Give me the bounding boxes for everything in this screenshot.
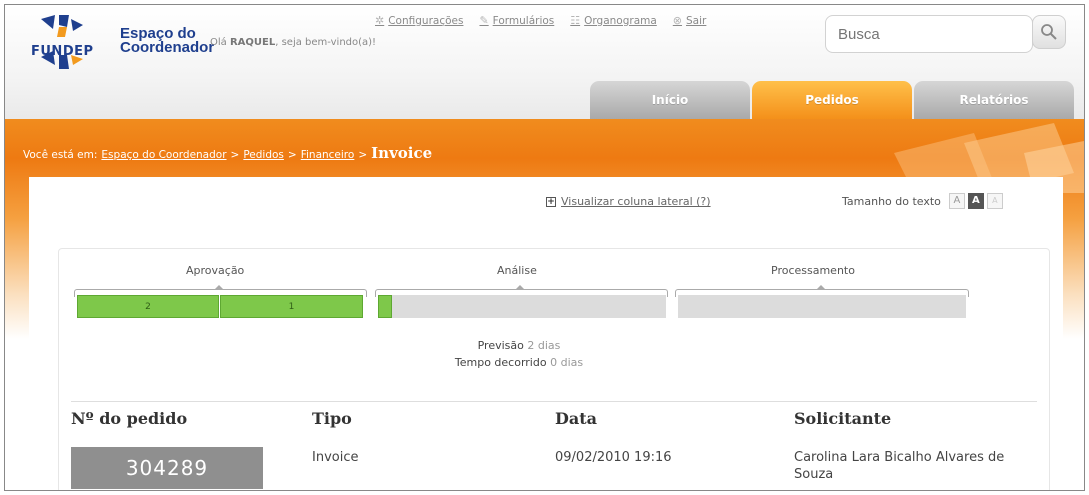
order-number: 304289 [71, 447, 263, 489]
breadcrumb-separator: > [358, 149, 368, 161]
site-title-line2: Coordenador [120, 39, 215, 56]
config-link-label: Configurações [388, 14, 464, 27]
analysis-progress-fill [378, 295, 393, 318]
plus-icon: + [546, 196, 556, 207]
org-icon: ☷ [570, 14, 581, 27]
header-requester: Solicitante [794, 409, 892, 428]
page-frame: FUNDEP Espaço do Coordenador Olá RAQUEL,… [4, 4, 1085, 491]
greeting-prefix: Olá [210, 37, 227, 48]
page-title: Invoice [371, 144, 433, 162]
stage-label-processamento: Processamento [771, 264, 855, 277]
tab-pedidos[interactable]: Pedidos [752, 81, 912, 119]
config-link[interactable]: ✲ Configurações [375, 14, 463, 27]
sidebar-toggle[interactable]: + Visualizar coluna lateral (?) [546, 195, 711, 208]
text-size-large-button[interactable]: A [967, 193, 984, 209]
search-icon [1041, 24, 1057, 40]
stage-label-analise: Análise [497, 264, 537, 277]
stage-label-aprovacao: Aprovação [186, 264, 245, 277]
processing-progress-track [678, 295, 966, 318]
text-size-small-button[interactable]: A [986, 193, 1003, 209]
header-date: Data [555, 409, 597, 428]
breadcrumb-financeiro[interactable]: Financeiro [301, 149, 355, 161]
logout-link[interactable]: ⊗ Sair [673, 14, 707, 27]
user-name: RAQUEL [229, 37, 276, 48]
tab-relatorios[interactable]: Relatórios [914, 81, 1074, 119]
time-estimates: Previsão 2 dias Tempo decorrido 0 dias [419, 337, 619, 371]
breadcrumb-prefix: Você está em: [23, 149, 98, 161]
header-type: Tipo [312, 409, 352, 428]
order-type: Invoice [312, 450, 359, 465]
main-content: + Visualizar coluna lateral (?) Tamanho … [29, 177, 1063, 490]
order-date: 09/02/2010 19:16 [555, 450, 672, 465]
text-size-normal-button[interactable]: A [948, 193, 965, 209]
top-links: ✲ Configurações ✎ Formulários ☷ Organograma… [375, 14, 706, 27]
text-size-control: Tamanho do texto A A A [842, 193, 1003, 209]
greeting: Olá RAQUEL, seja bem-vindo(a)! [210, 37, 376, 48]
forms-link-label: Formulários [492, 14, 555, 27]
elapsed-value: 0 dias [550, 356, 584, 369]
pencil-icon: ✎ [479, 14, 489, 27]
org-chart-link[interactable]: ☷ Organograma [570, 14, 657, 27]
search-button[interactable] [1032, 15, 1066, 49]
stage-marker-aprovacao [215, 285, 223, 289]
stage-marker-processamento [817, 285, 825, 289]
forms-link[interactable]: ✎ Formulários [479, 14, 554, 27]
breadcrumb: Você está em: Espaço do Coordenador > Pe… [23, 144, 432, 162]
approval-segment: 1 [220, 295, 363, 318]
fundep-logo[interactable]: FUNDEP [19, 11, 105, 73]
main-tabs: Início Pedidos Relatórios [590, 81, 1074, 119]
forecast-label: Previsão [477, 339, 524, 352]
analysis-progress-track [378, 295, 666, 318]
divider [71, 401, 1037, 402]
org-chart-link-label: Organograma [584, 14, 657, 27]
tab-inicio[interactable]: Início [590, 81, 750, 119]
forecast-value: 2 dias [527, 339, 561, 352]
close-icon: ⊗ [672, 14, 683, 27]
header: FUNDEP Espaço do Coordenador Olá RAQUEL,… [5, 5, 1084, 125]
breadcrumb-separator: > [287, 149, 297, 161]
greeting-suffix: , seja bem-vindo(a)! [275, 37, 377, 48]
text-size-label: Tamanho do texto [842, 194, 941, 208]
breadcrumb-pedidos[interactable]: Pedidos [243, 149, 284, 161]
sidebar-toggle-link[interactable]: Visualizar coluna lateral (?) [561, 195, 711, 208]
search-input[interactable] [825, 15, 1033, 53]
approval-segment: 2 [77, 295, 219, 318]
logo-text: FUNDEP [31, 44, 94, 59]
gear-icon: ✲ [375, 14, 385, 27]
header-order-number: Nº do pedido [71, 409, 188, 428]
elapsed-label: Tempo decorrido [454, 356, 547, 369]
stage-marker-analise [516, 285, 524, 289]
breadcrumb-separator: > [230, 149, 240, 161]
breadcrumb-espaco[interactable]: Espaço do Coordenador [101, 149, 226, 161]
site-title: Espaço do Coordenador [120, 26, 215, 56]
logout-link-label: Sair [686, 14, 707, 27]
order-requester: Carolina Lara Bicalho Alvares de Souza [794, 450, 1005, 482]
order-panel: Aprovação Análise Processamento 2 1 Prev… [58, 248, 1050, 490]
